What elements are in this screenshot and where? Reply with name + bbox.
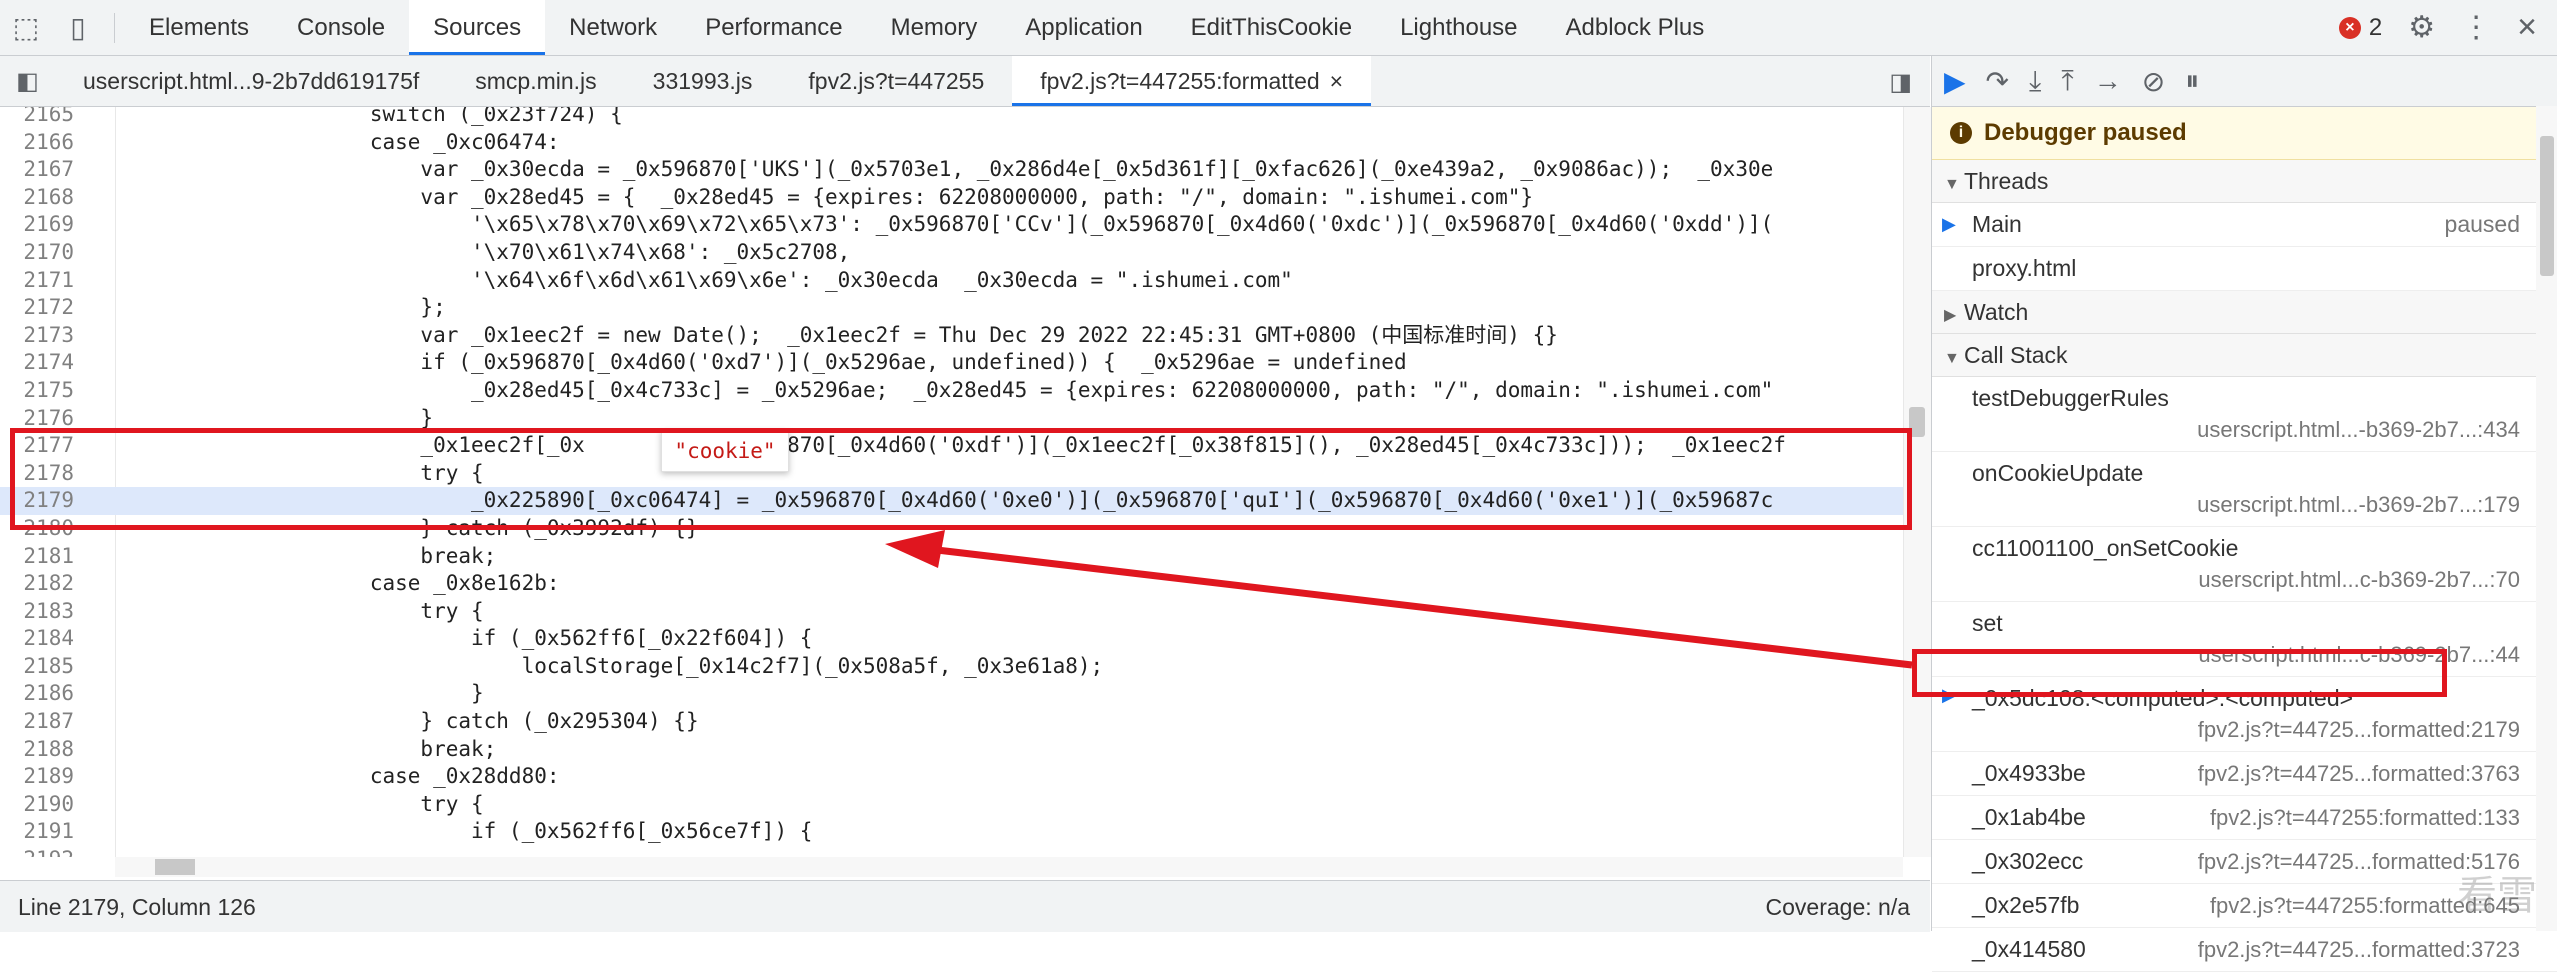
arrow-head [885, 530, 945, 568]
annotation-arrow [885, 530, 1913, 669]
call-frame[interactable]: _0x414580 fpv2.js?t=44725...formatted:372… [1932, 928, 2557, 972]
arrow-shaft [919, 544, 1913, 669]
watermark: 看雪 [2457, 874, 2537, 918]
frame-location[interactable]: fpv2.js?t=44725...formatted:3723 [2198, 928, 2520, 971]
frame-function: _0x414580 [1972, 936, 2086, 962]
